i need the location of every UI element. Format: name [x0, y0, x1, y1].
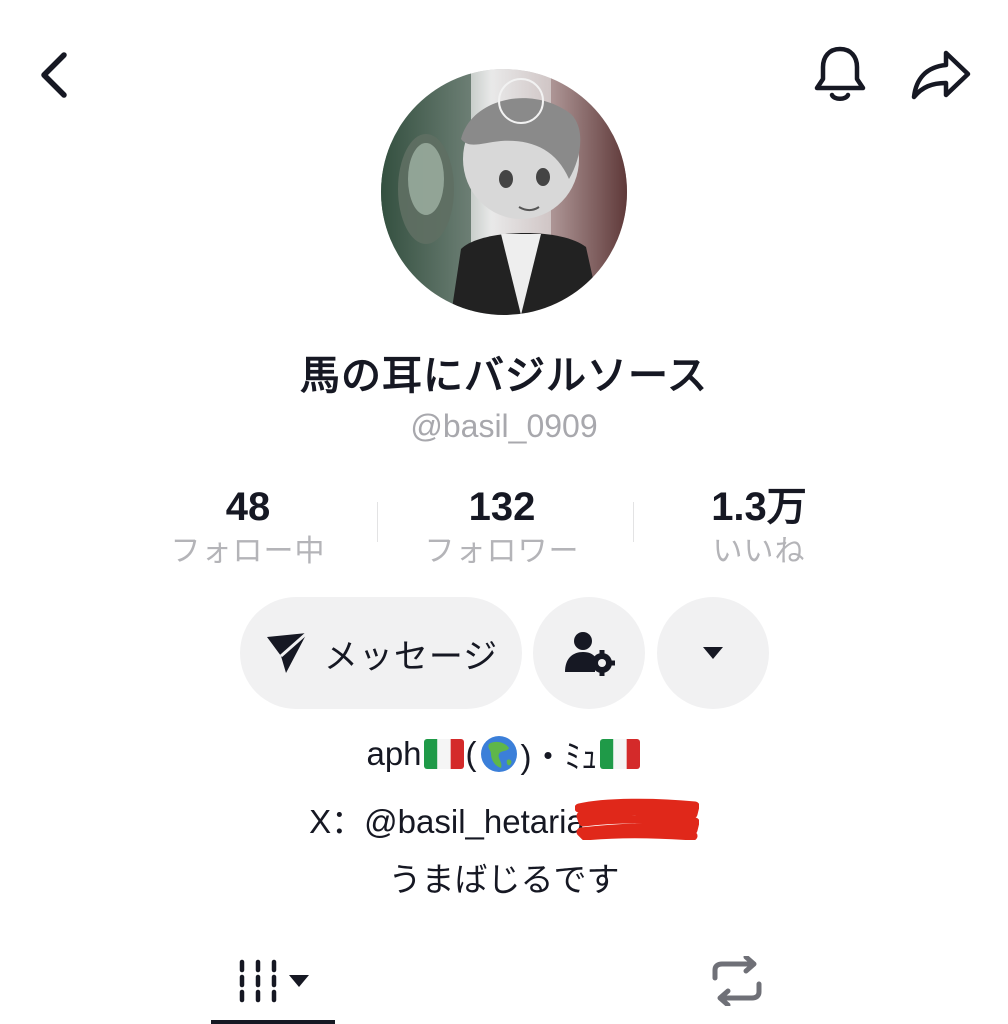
chevron-left-icon: [41, 52, 67, 98]
stat-followers[interactable]: 132 フォロワー: [387, 482, 617, 572]
stat-following[interactable]: 48 フォロー中: [133, 482, 363, 572]
followers-label: フォロワー: [424, 534, 580, 569]
likes-label: いいね: [712, 534, 806, 569]
bio-text: (: [465, 735, 477, 772]
tab-reposts[interactable]: [675, 938, 799, 1024]
italy-flag-icon: [599, 739, 640, 769]
caret-down-icon: [703, 647, 723, 659]
bell-icon: [814, 46, 866, 101]
display-name: 馬の耳にバジルソース: [300, 353, 708, 399]
bio-text: )・ﾐｭ: [520, 738, 598, 775]
share-button[interactable]: [903, 40, 979, 110]
share-arrow-icon: [911, 50, 971, 100]
repost-icon: [712, 956, 762, 1006]
active-tab-indicator: [211, 1020, 335, 1024]
tab-videos[interactable]: [211, 938, 335, 1024]
friend-settings-button[interactable]: [533, 597, 645, 709]
bio-line-2: X：@basil_hetaria: [0, 795, 1008, 843]
profile-avatar-image: [381, 69, 627, 315]
globe-asia-icon: [480, 736, 517, 772]
followers-count: 132: [468, 485, 536, 529]
notification-bell-button[interactable]: [805, 38, 875, 110]
caret-down-icon: [289, 975, 309, 987]
italy-flag-icon: [423, 739, 464, 769]
profile-avatar[interactable]: [381, 69, 627, 315]
paper-plane-icon: [266, 631, 308, 673]
stat-divider: [633, 502, 634, 542]
following-count: 48: [225, 485, 271, 529]
message-button[interactable]: メッセージ: [240, 597, 522, 709]
likes-count: 1.3万: [711, 485, 807, 529]
message-button-label: メッセージ: [323, 636, 499, 677]
stat-divider: [377, 502, 378, 542]
username: @basil_0909: [410, 408, 598, 444]
following-label: フォロー中: [170, 534, 326, 569]
back-button[interactable]: [22, 40, 86, 110]
more-dropdown-button[interactable]: [657, 597, 769, 709]
bio-x-handle[interactable]: X：@basil_hetaria: [309, 795, 585, 843]
bio-text: aph: [366, 735, 422, 772]
person-gear-icon: [565, 632, 615, 676]
grid-videos-icon: [239, 959, 277, 1003]
bio-line-3: うまばじるです: [388, 860, 620, 899]
bio-line-1: aph ( )・ﾐｭ: [0, 730, 1008, 778]
stat-likes[interactable]: 1.3万 いいね: [644, 482, 874, 572]
redaction-scribble: [574, 798, 699, 840]
